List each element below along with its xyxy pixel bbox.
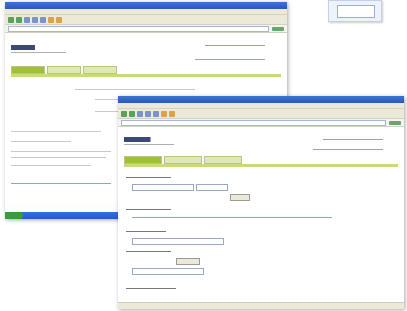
content-line	[132, 217, 332, 218]
nav-tabs	[124, 156, 242, 164]
tab-2[interactable]	[47, 66, 81, 74]
back-icon[interactable]	[121, 110, 127, 117]
form-field[interactable]	[196, 184, 228, 191]
url-input[interactable]	[8, 25, 269, 32]
content-line	[11, 131, 101, 132]
submit-button[interactable]	[230, 194, 250, 201]
window-titlebar[interactable]	[118, 96, 404, 103]
form-field[interactable]	[132, 184, 194, 191]
start-button[interactable]	[5, 212, 23, 219]
header-links	[313, 149, 383, 150]
home-icon[interactable]	[153, 110, 159, 117]
logo-subtitle	[11, 52, 66, 53]
browser-toolbar	[5, 15, 287, 25]
footer-line	[11, 183, 111, 184]
browser-toolbar	[118, 109, 404, 119]
stop-icon[interactable]	[137, 110, 143, 117]
page-content	[118, 127, 404, 302]
thumbnail-content	[337, 5, 375, 18]
back-icon[interactable]	[8, 16, 14, 23]
form-field[interactable]	[132, 238, 224, 245]
header-links	[195, 59, 265, 60]
go-button[interactable]	[389, 120, 401, 125]
tab-2[interactable]	[164, 156, 202, 164]
site-logo[interactable]	[124, 137, 168, 142]
refresh-icon[interactable]	[145, 110, 151, 117]
stop-icon[interactable]	[24, 16, 30, 23]
header-notice	[205, 45, 265, 46]
content-line	[75, 89, 195, 90]
refresh-icon[interactable]	[32, 16, 38, 23]
address-bar	[5, 25, 287, 33]
address-bar	[118, 119, 404, 127]
tab-1[interactable]	[11, 66, 45, 74]
form-field[interactable]	[132, 268, 204, 275]
nav-underline	[124, 164, 398, 167]
forward-icon[interactable]	[129, 110, 135, 117]
favorites-icon[interactable]	[56, 16, 62, 23]
browser-window-front	[118, 96, 404, 309]
nav-tabs	[11, 66, 117, 74]
search-icon[interactable]	[161, 110, 167, 117]
section-heading	[126, 209, 171, 210]
url-input[interactable]	[121, 119, 386, 126]
search-icon[interactable]	[48, 16, 54, 23]
go-button[interactable]	[272, 26, 284, 31]
tab-3[interactable]	[204, 156, 242, 164]
section-heading	[126, 231, 166, 232]
section-heading	[126, 288, 176, 289]
site-logo[interactable]	[11, 45, 51, 50]
content-line	[11, 151, 111, 152]
content-line	[11, 157, 106, 158]
corner-thumbnail	[328, 0, 382, 22]
action-button[interactable]	[176, 258, 200, 265]
content-line	[11, 141, 71, 142]
window-titlebar[interactable]	[5, 2, 287, 9]
section-heading	[126, 251, 171, 252]
home-icon[interactable]	[40, 16, 46, 23]
tab-3[interactable]	[83, 66, 117, 74]
section-heading	[126, 177, 171, 178]
tab-1[interactable]	[124, 156, 162, 164]
favorites-icon[interactable]	[169, 110, 175, 117]
content-line	[11, 165, 91, 166]
header-notice	[323, 139, 383, 140]
nav-underline	[11, 74, 281, 77]
logo-subtitle	[124, 144, 174, 145]
forward-icon[interactable]	[16, 16, 22, 23]
status-bar	[118, 302, 404, 309]
